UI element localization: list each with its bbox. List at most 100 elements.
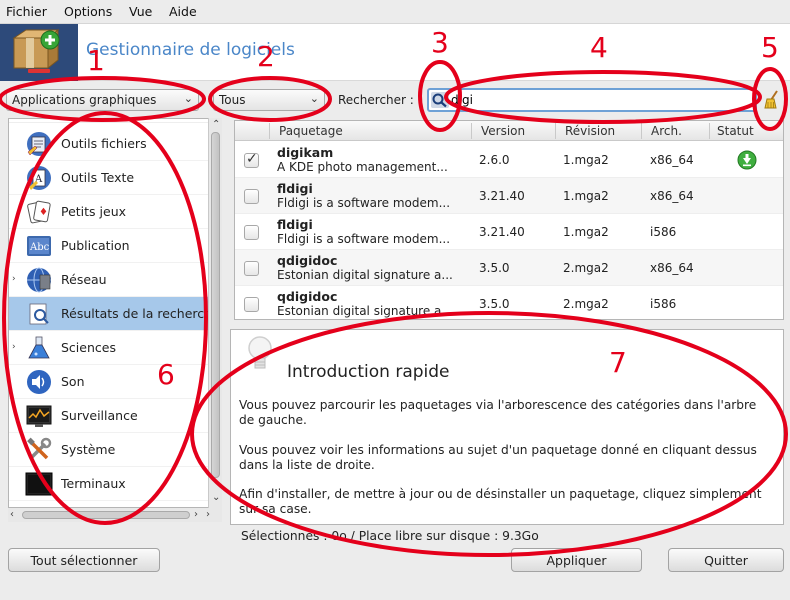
apply-button[interactable]: Appliquer [511, 548, 642, 572]
category-item-resultats-recherche[interactable]: Résultats de la recherche [9, 297, 220, 331]
chevron-down-icon: ⌄ [309, 92, 319, 105]
package-revision: 2.mga2 [563, 297, 609, 311]
package-arch: i586 [650, 225, 677, 239]
network-globe-icon [25, 266, 53, 294]
package-checkbox[interactable]: ✓ [244, 151, 259, 168]
broom-clear-icon[interactable] [760, 88, 784, 112]
category-item-sciences[interactable]: › Sciences [9, 331, 209, 365]
category-item-petits-jeux[interactable]: ♦ Petits jeux [9, 195, 209, 229]
package-arch: x86_64 [650, 153, 694, 167]
select-all-button[interactable]: Tout sélectionner [8, 548, 160, 572]
menu-vue[interactable]: Vue [129, 4, 152, 19]
category-label: Outils fichiers [61, 136, 147, 151]
menu-options[interactable]: Options [64, 4, 112, 19]
package-arch: x86_64 [650, 261, 694, 275]
table-header: Paquetage Version Révision Arch. Statut [235, 121, 783, 141]
package-version: 3.5.0 [479, 261, 510, 275]
search-label: Rechercher : [338, 93, 414, 107]
package-name: qdigidoc [277, 253, 338, 268]
category-tree: Outils fichiers A Outils Texte ♦ Petits … [8, 118, 222, 508]
info-paragraph: Vous pouvez parcourir les paquetages via… [239, 398, 757, 427]
info-title: Introduction rapide [287, 362, 450, 382]
info-paragraph: Vous pouvez voir les informations au suj… [239, 443, 757, 472]
scroll-left-icon[interactable]: ‹ [10, 509, 14, 520]
package-name: digikam [277, 145, 334, 160]
publishing-icon: Abc [25, 232, 53, 260]
package-version: 3.21.40 [479, 225, 525, 239]
menubar: Fichier Options Vue Aide [0, 0, 790, 24]
file-tools-icon [25, 130, 53, 158]
type-filter-value: Tous [219, 93, 246, 107]
magnifier-icon[interactable] [431, 92, 449, 108]
table-row[interactable]: ✓ digikam A KDE photo management... 2.6.… [235, 142, 783, 178]
sidebar-vertical-scrollbar[interactable]: ⌃ ⌄ [208, 118, 222, 508]
menu-fichier[interactable]: Fichier [6, 4, 47, 19]
category-label: Réseau [61, 272, 107, 287]
package-version: 3.21.40 [479, 189, 525, 203]
column-header-version[interactable]: Version [481, 124, 525, 138]
table-row[interactable]: fldigi Fldigi is a software modem... 3.2… [235, 178, 783, 214]
category-item-terminaux[interactable]: Terminaux [9, 467, 209, 501]
terminal-icon [25, 470, 53, 498]
scroll-up-icon[interactable]: ⌃ [212, 119, 220, 130]
category-label: Publication [61, 238, 130, 253]
category-filter-select[interactable]: Applications graphiques ⌄ [6, 89, 199, 111]
status-text: Sélectionnés : 0o / Place libre sur disq… [241, 529, 539, 543]
package-checkbox[interactable] [244, 225, 259, 240]
package-checkbox[interactable] [244, 189, 259, 204]
category-label: Terminaux [61, 476, 126, 491]
category-item-outils-texte[interactable]: A Outils Texte [9, 161, 209, 195]
info-panel: Introduction rapide Vous pouvez parcouri… [230, 329, 784, 525]
column-header-arch[interactable]: Arch. [651, 124, 682, 138]
scroll-right-icon[interactable]: › [194, 509, 198, 520]
scroll-right-icon[interactable]: › [206, 509, 210, 520]
sidebar-horizontal-scrollbar[interactable]: ‹ › › [8, 508, 222, 522]
column-header-revision[interactable]: Révision [565, 124, 615, 138]
table-row[interactable]: qdigidoc Estonian digital signature a...… [235, 286, 783, 319]
check-mark-icon: ✓ [246, 151, 258, 167]
package-checkbox[interactable] [244, 297, 259, 312]
tree-expander-icon[interactable]: › [12, 342, 16, 352]
table-row[interactable]: qdigidoc Estonian digital signature a...… [235, 250, 783, 286]
column-header-paquetage[interactable]: Paquetage [279, 124, 343, 138]
type-filter-select[interactable]: Tous ⌄ [213, 89, 325, 111]
category-item-outils-fichiers[interactable]: Outils fichiers [9, 127, 209, 161]
package-table: Paquetage Version Révision Arch. Statut … [234, 120, 784, 320]
category-item-surveillance[interactable]: Surveillance [9, 399, 209, 433]
category-item-partial[interactable] [9, 119, 209, 123]
app-title: Gestionnaire de logiciels [86, 40, 295, 60]
scrollbar-thumb[interactable] [211, 132, 220, 478]
package-checkbox[interactable] [244, 261, 259, 276]
table-row[interactable]: fldigi Fldigi is a software modem... 3.2… [235, 214, 783, 250]
category-label: Résultats de la recherche [61, 306, 220, 321]
package-revision: 1.mga2 [563, 153, 609, 167]
category-item-reseau[interactable]: › Réseau [9, 263, 209, 297]
package-revision: 1.mga2 [563, 225, 609, 239]
package-description: Fldigi is a software modem... [277, 196, 451, 210]
category-item-systeme[interactable]: Système [9, 433, 209, 467]
tree-expander-icon[interactable]: › [12, 274, 16, 284]
search-input[interactable] [451, 91, 751, 109]
scrollbar-thumb[interactable] [22, 511, 190, 519]
package-arch: i586 [650, 297, 677, 311]
category-label: Son [61, 374, 85, 389]
scroll-down-icon[interactable]: ⌄ [212, 492, 220, 503]
package-name: fldigi [277, 217, 313, 232]
search-results-icon [25, 300, 53, 328]
svg-text:Abc: Abc [29, 242, 50, 253]
category-label: Surveillance [61, 408, 138, 423]
quit-button[interactable]: Quitter [668, 548, 784, 572]
column-header-statut[interactable]: Statut [717, 124, 754, 138]
package-name: qdigidoc [277, 289, 338, 304]
lightbulb-icon [245, 334, 275, 376]
category-item-publication[interactable]: Abc Publication [9, 229, 209, 263]
text-tools-icon: A [25, 164, 53, 192]
monitor-graph-icon [25, 402, 53, 430]
category-item-son[interactable]: Son [9, 365, 209, 399]
package-version: 2.6.0 [479, 153, 510, 167]
package-description: Fldigi is a software modem... [277, 232, 451, 246]
menu-aide[interactable]: Aide [169, 4, 197, 19]
cards-icon: ♦ [25, 198, 53, 226]
category-label: Outils Texte [61, 170, 135, 185]
package-revision: 2.mga2 [563, 261, 609, 275]
